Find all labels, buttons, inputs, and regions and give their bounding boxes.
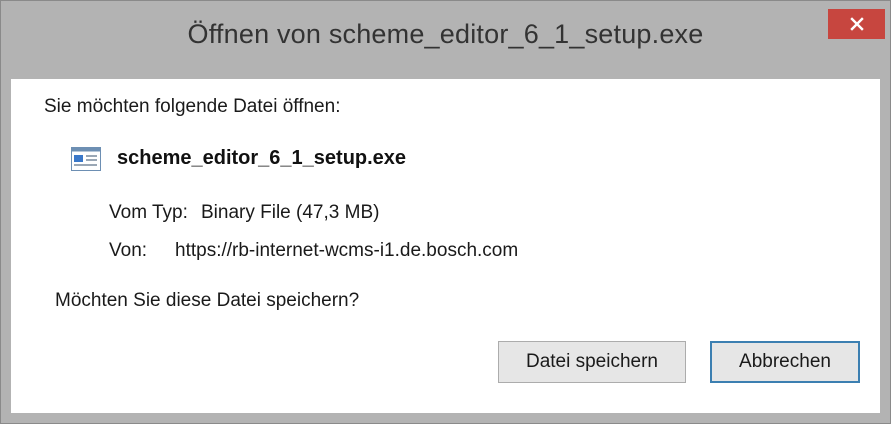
save-file-dialog: Öffnen von scheme_editor_6_1_setup.exe S… <box>0 0 891 424</box>
source-label: Von: <box>109 240 148 261</box>
executable-file-icon <box>71 147 101 171</box>
type-label: Vom Typ: <box>109 202 188 223</box>
dialog-title: Öffnen von scheme_editor_6_1_setup.exe <box>187 19 704 49</box>
save-question: Möchten Sie diese Datei speichern? <box>55 290 360 311</box>
type-value: Binary File (47,3 MB) <box>201 202 380 223</box>
file-name: scheme_editor_6_1_setup.exe <box>117 147 407 169</box>
prompt-text: Sie möchten folgende Datei öffnen: <box>44 96 341 117</box>
save-file-button[interactable]: Datei speichern <box>498 341 686 383</box>
cancel-button[interactable]: Abbrechen <box>710 341 860 383</box>
source-url: https://rb-internet-wcms-i1.de.bosch.com <box>175 240 519 261</box>
title-bar[interactable]: Öffnen von scheme_editor_6_1_setup.exe <box>1 1 890 79</box>
close-button[interactable] <box>828 9 885 39</box>
close-icon <box>849 17 864 31</box>
